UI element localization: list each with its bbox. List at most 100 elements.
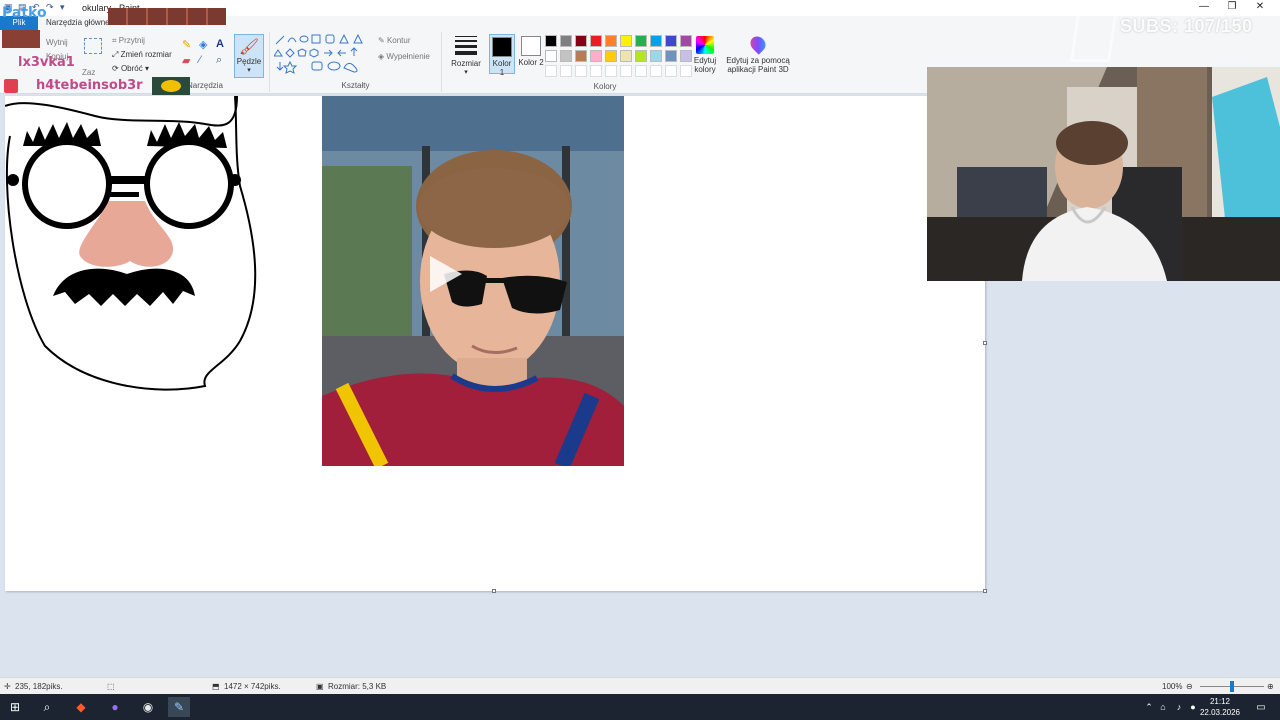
clock-time: 21:12: [1209, 697, 1230, 706]
star-shape-icon: [282, 60, 298, 74]
shapes-group-label: Kształty: [341, 81, 370, 90]
palette-swatch[interactable]: [575, 50, 587, 62]
resize-handle-bottom[interactable]: [492, 589, 496, 593]
curve-shape-icon: [287, 37, 297, 43]
notifications-icon[interactable]: ▭: [1250, 697, 1272, 717]
text-icon[interactable]: A: [216, 38, 230, 51]
select-button[interactable]: Zaz: [82, 68, 95, 77]
paint3d-button[interactable]: Edytuj za pomocą aplikacji Paint 3D: [726, 33, 790, 74]
palette-swatch[interactable]: [635, 50, 647, 62]
right-arrow-shape-icon: [324, 49, 333, 57]
windows-start-icon[interactable]: ⊞: [4, 697, 26, 717]
zoom-out-button[interactable]: ⊖: [1186, 682, 1193, 691]
color-palette: [545, 35, 692, 77]
discord-icon[interactable]: ●: [104, 697, 126, 717]
magnifier-icon[interactable]: ⌕: [216, 54, 230, 67]
fill-button[interactable]: ◈ Wypełnienie: [378, 52, 430, 61]
palette-swatch[interactable]: [545, 50, 557, 62]
clock[interactable]: 21:12 22.03.2026: [1200, 696, 1240, 718]
rounded-rect-shape-icon: [325, 34, 335, 44]
resize-handle-right[interactable]: [983, 341, 987, 345]
palette-swatch[interactable]: [620, 65, 632, 77]
palette-swatch[interactable]: [680, 50, 692, 62]
palette-swatch[interactable]: [575, 35, 587, 47]
palette-swatch[interactable]: [605, 35, 617, 47]
color1-swatch: [492, 37, 512, 57]
fill-icon[interactable]: ◈: [199, 38, 213, 51]
boy-with-sunglasses-image: [322, 96, 624, 466]
pencil-icon[interactable]: ✎: [182, 38, 196, 51]
palette-swatch[interactable]: [650, 35, 662, 47]
color1-button[interactable]: Kolor 1: [489, 34, 515, 77]
shapes-gallery[interactable]: [274, 34, 374, 74]
resize-handle-corner[interactable]: [983, 589, 987, 593]
customize-chevron-icon[interactable]: ▾: [60, 2, 70, 12]
cut-button[interactable]: Wytnij: [46, 38, 68, 47]
palette-swatch[interactable]: [605, 65, 617, 77]
close-button[interactable]: ✕: [1246, 0, 1274, 14]
palette-swatch[interactable]: [635, 65, 647, 77]
size-button[interactable]: Rozmiar ▾: [450, 36, 482, 80]
resize-button[interactable]: ⤢ Zmień rozmiar: [112, 50, 172, 60]
palette-swatch[interactable]: [650, 65, 662, 77]
zoom-slider-thumb[interactable]: [1230, 681, 1234, 692]
pasted-photo[interactable]: [322, 96, 624, 466]
redo-icon[interactable]: ↷: [46, 2, 56, 12]
hexagon-shape-icon: [309, 48, 319, 58]
color2-button[interactable]: Kolor 2: [518, 34, 544, 74]
palette-swatch[interactable]: [665, 35, 677, 47]
crop-label: Przytnij: [118, 36, 145, 45]
palette-swatch[interactable]: [560, 65, 572, 77]
tab-home[interactable]: Narzędzia główne: [38, 16, 118, 30]
palette-swatch[interactable]: [650, 50, 662, 62]
rotate-button[interactable]: ⟳ Obróć ▾: [112, 64, 149, 73]
canvas-size: 1472 × 742piks.: [224, 682, 281, 691]
outline-button[interactable]: ✎ Kontur: [378, 36, 411, 45]
file-size-icon: ▣: [316, 682, 324, 691]
cursor-position: 235, 182piks.: [15, 682, 63, 691]
obs-icon[interactable]: ◉: [137, 697, 159, 717]
brave-browser-icon[interactable]: ◆: [70, 697, 92, 717]
brush-icon: 🖌: [238, 39, 260, 56]
minimize-button[interactable]: —: [1190, 0, 1218, 14]
palette-swatch[interactable]: [545, 65, 557, 77]
palette-swatch[interactable]: [620, 50, 632, 62]
crop-button[interactable]: ⌗ Przytnij: [112, 36, 145, 46]
clock-date: 22.03.2026: [1199, 708, 1240, 717]
eraser-icon[interactable]: ▰: [182, 54, 196, 67]
right-triangle-shape-icon: [353, 34, 363, 44]
palette-swatch[interactable]: [665, 50, 677, 62]
webcam-streamer-image: [927, 67, 1280, 281]
overlay-badge-icon: [4, 79, 18, 93]
size-label: Rozmiar: [451, 59, 481, 68]
size-lines-icon: [455, 36, 477, 55]
edit-colors-button[interactable]: Edytuj kolory: [692, 36, 718, 74]
palette-swatch[interactable]: [560, 50, 572, 62]
brushes-button[interactable]: 🖌 Pędzle ▾: [234, 34, 264, 78]
palette-swatch[interactable]: [680, 65, 692, 77]
select-rect-icon[interactable]: [84, 38, 102, 54]
palette-swatch[interactable]: [545, 35, 557, 47]
zoom-in-button[interactable]: ⊕: [1267, 682, 1274, 691]
palette-swatch[interactable]: [590, 65, 602, 77]
palette-swatch[interactable]: [605, 50, 617, 62]
palette-swatch[interactable]: [590, 35, 602, 47]
search-icon[interactable]: ⌕: [36, 697, 58, 717]
paint-taskbar-icon[interactable]: ✎: [168, 697, 190, 717]
maximize-button[interactable]: ❐: [1218, 0, 1246, 14]
colors-group-label: Kolory: [593, 82, 617, 91]
palette-swatch[interactable]: [620, 35, 632, 47]
palette-swatch[interactable]: [665, 65, 677, 77]
diamond-shape-icon: [285, 48, 295, 58]
overlay-thumbnail: [2, 30, 40, 48]
palette-swatch[interactable]: [590, 50, 602, 62]
color-picker-icon[interactable]: ⁄: [199, 54, 213, 67]
zoom-level: 100%: [1162, 682, 1183, 691]
palette-swatch[interactable]: [680, 35, 692, 47]
webcam-feed: [927, 67, 1280, 281]
palette-swatch[interactable]: [635, 35, 647, 47]
overlay-name-lx3vka1: lx3vka1: [18, 55, 75, 70]
palette-swatch[interactable]: [575, 65, 587, 77]
palette-swatch[interactable]: [560, 35, 572, 47]
brushes-label: Pędzle: [236, 57, 262, 66]
